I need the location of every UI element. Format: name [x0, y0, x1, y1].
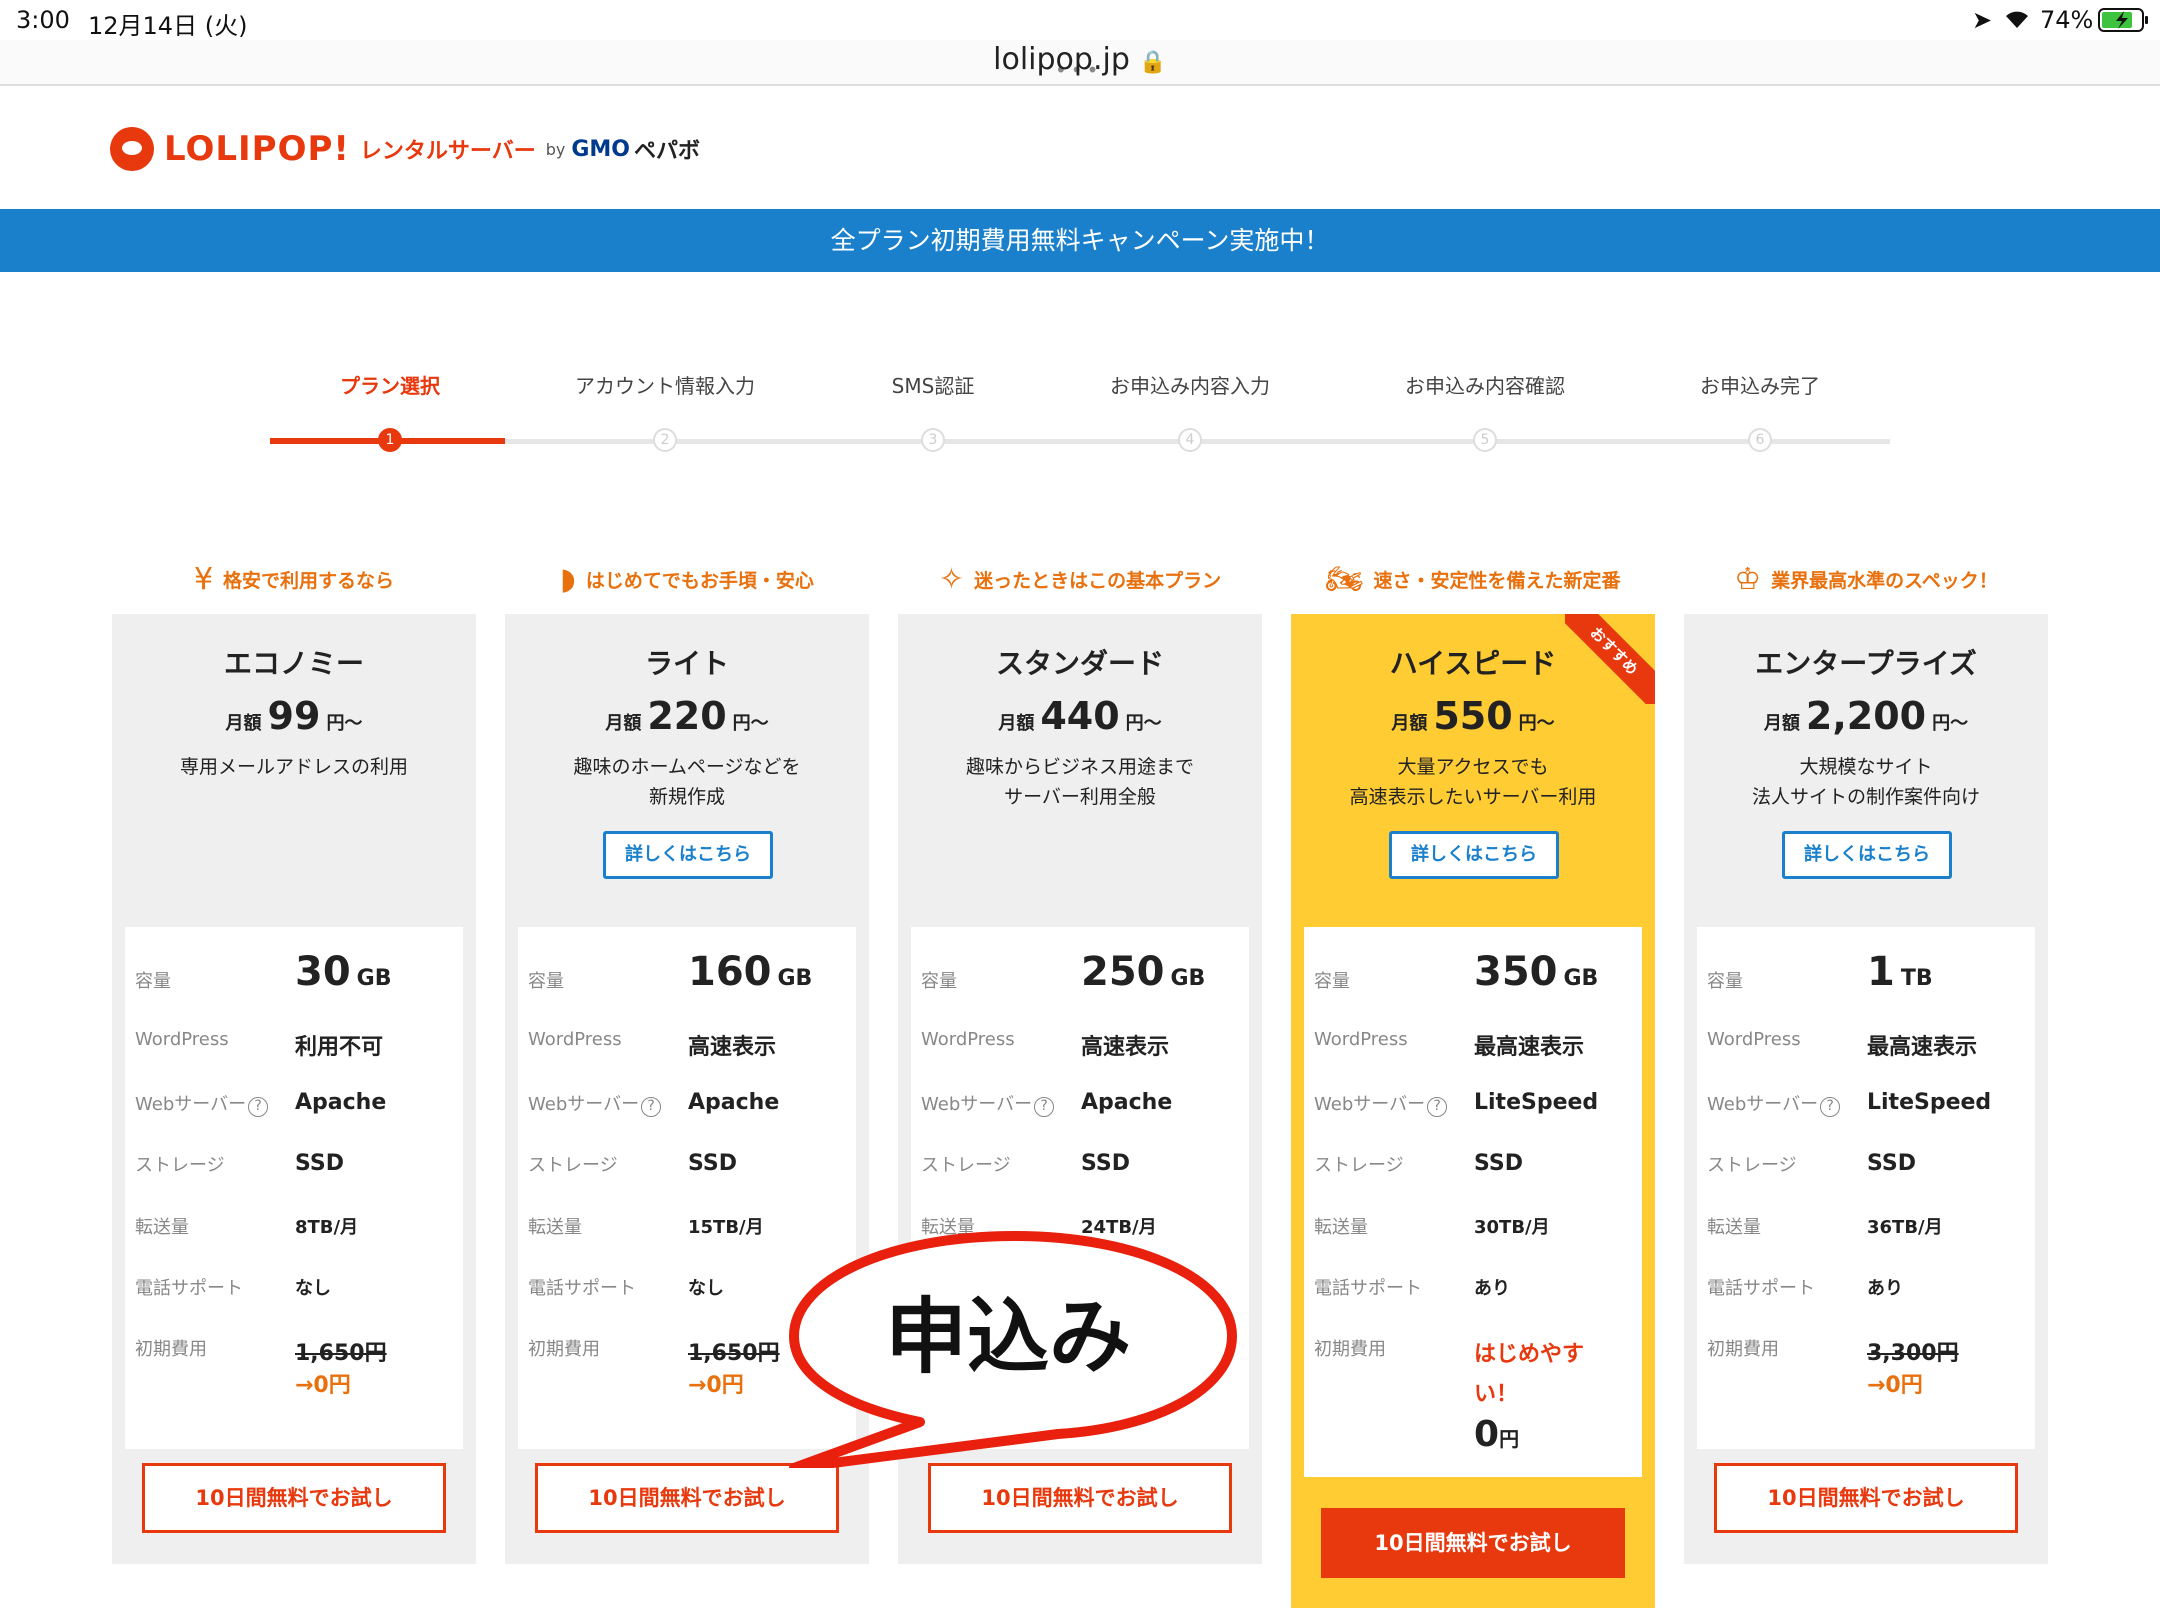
campaign-banner: 全プラン初期費用無料キャンペーン実施中！ — [0, 209, 2160, 272]
detail-button-light[interactable]: 詳しくはこちら — [603, 831, 773, 879]
site-logo[interactable]: LOLIPOP! レンタルサーバー by GMO ペパボ — [110, 124, 700, 174]
plan-name: エコノミー — [223, 647, 364, 680]
plan-price: 月額 2,200 円〜 — [1763, 694, 1969, 738]
plan-description: 趣味からビジネス用途まで サーバー利用全般 — [965, 756, 1194, 808]
trial-button-light[interactable]: 10日間無料でお試し — [535, 1463, 839, 1533]
url-bar[interactable]: ••• lolipop.jp 🔒 — [0, 40, 2160, 86]
status-time: 3:00 — [16, 6, 70, 34]
plan-name: スタンダード — [995, 647, 1164, 680]
plan-card-economy: エコノミー 月額 99 円〜 専用メールアドレスの利用 容量 30 GB WordPre… — [112, 614, 476, 1564]
detail-button-highspeed[interactable]: 詳しくはこちら — [1389, 831, 1559, 879]
speech-bubble-annotation: 申込み — [788, 1228, 1240, 1468]
plan-description: 趣味のホームページなどを 新規作成 — [573, 756, 801, 808]
plan-name: ハイスピード — [1389, 647, 1557, 680]
lock-icon: 🔒 — [1139, 50, 1167, 75]
motorcycle-icon: 🏍 — [1325, 562, 1364, 597]
trial-button-standard[interactable]: 10日間無料でお試し — [928, 1463, 1232, 1533]
spec-table: 容量 350 GB WordPress 最高速表示 Webサーバー? LiteSpeed… — [1304, 927, 1642, 1477]
plan-description: 大量アクセスでも 高速表示したいサーバー利用 — [1349, 756, 1597, 808]
tagline-enterprise: ♔ 業界最高水準のスペック！ — [1734, 562, 1998, 597]
trial-button-enterprise[interactable]: 10日間無料でお試し — [1714, 1463, 2018, 1533]
status-date: 12月14日 (火) — [88, 12, 248, 40]
plan-name: エンタープライズ — [1755, 647, 1977, 680]
spec-table: 容量 30 GB WordPress 利用不可 Webサーバー? Apache ストレー… — [125, 927, 463, 1449]
trial-button-highspeed[interactable]: 10日間無料でお試し — [1321, 1508, 1625, 1578]
step-3: SMS認証 3 — [813, 370, 1053, 452]
wifi-icon — [2002, 6, 2032, 36]
detail-button-enterprise[interactable]: 詳しくはこちら — [1782, 831, 1952, 879]
step-2: アカウント情報入力 2 — [545, 370, 785, 452]
plan-price: 月額 550 円〜 — [1391, 694, 1555, 738]
battery-icon — [2098, 8, 2150, 38]
help-icon[interactable]: ? — [1820, 1097, 1841, 1117]
plan-card-enterprise: エンタープライズ 月額 2,200 円〜 大規模なサイト 法人サイトの制作案件向け … — [1684, 614, 2048, 1564]
status-bar: 3:00 12月14日 (火) ➤ 74% — [0, 0, 2160, 40]
progress-stepper: プラン選択 1 アカウント情報入力 2 SMS認証 3 お申込み内容入力 4 お… — [270, 370, 1890, 470]
plan-price: 月額 99 円〜 — [225, 694, 363, 738]
help-icon[interactable]: ? — [641, 1097, 662, 1117]
help-icon[interactable]: ? — [1034, 1097, 1055, 1117]
plan-name: ライト — [644, 647, 729, 680]
logo-sub: レンタルサーバー — [359, 139, 536, 164]
step-4: お申込み内容入力 4 — [1070, 370, 1310, 452]
trial-button-economy[interactable]: 10日間無料でお試し — [142, 1463, 446, 1533]
spec-table: 容量 1 TB WordPress 最高速表示 Webサーバー? LiteSpeed ス… — [1697, 927, 2035, 1449]
crown-icon: ♔ — [1734, 562, 1762, 597]
tagline-highspeed: 🏍 速さ・安定性を備えた新定番 — [1325, 562, 1621, 597]
help-icon[interactable]: ? — [1427, 1097, 1448, 1117]
plan-price: 月額 440 円〜 — [998, 694, 1162, 738]
logo-pepabo: ペパボ — [633, 139, 700, 164]
logo-gmo: GMO — [571, 136, 630, 162]
tagline-economy: ¥ 格安で利用するなら — [193, 562, 395, 597]
logo-by: by — [545, 139, 566, 159]
url-text[interactable]: lolipop.jp 🔒 — [0, 42, 2160, 77]
plan-card-highspeed: おすすめ ハイスピード 月額 550 円〜 大量アクセスでも 高速表示したいサーバー… — [1291, 614, 1655, 1608]
plan-price: 月額 220 円〜 — [605, 694, 769, 738]
tagline-light: ◗ はじめてでもお手頃・安心 — [560, 562, 814, 597]
yen-icon: ¥ — [193, 562, 214, 597]
logo-brand: LOLIPOP! — [164, 129, 350, 169]
sparkle-icon: ✧ — [938, 562, 965, 597]
step-5: お申込み内容確認 5 — [1365, 370, 1605, 452]
lolipop-mark-icon — [110, 127, 154, 171]
tagline-standard: ✧ 迷ったときはこの基本プラン — [938, 562, 1222, 597]
location-icon: ➤ — [1972, 6, 1993, 34]
help-icon[interactable]: ? — [248, 1097, 269, 1117]
plan-description: 専用メールアドレスの利用 — [179, 756, 408, 778]
step-1: プラン選択 1 — [270, 370, 510, 452]
battery-percent: 74% — [2040, 6, 2094, 34]
beginner-mark-icon: ◗ — [560, 562, 576, 597]
step-6: お申込み完了 6 — [1640, 370, 1880, 452]
plan-description: 大規模なサイト 法人サイトの制作案件向け — [1751, 756, 1980, 808]
